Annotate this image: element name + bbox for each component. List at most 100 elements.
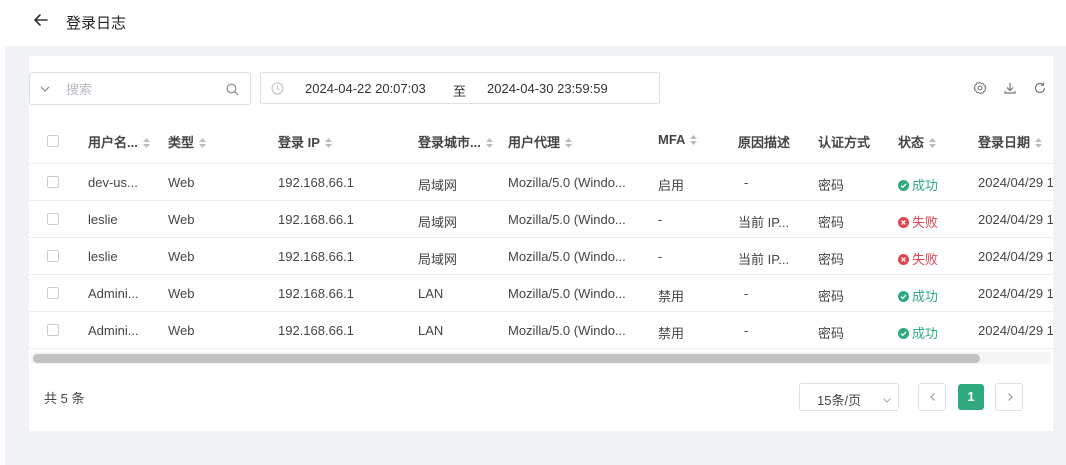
chevron-down-icon [882,393,892,403]
table-row[interactable]: leslie Web 192.168.66.1 局域网 Mozilla/5.0 … [29,201,1053,238]
column-header-reason: 原因描述 [738,135,791,150]
cell-login-date: 2024/04/29 1 [978,286,1053,301]
sort-icon[interactable] [324,137,333,149]
column-header-auth-method: 认证方式 [818,135,871,150]
cell-type: Web [168,249,195,264]
cell-user-agent: Mozilla/5.0 (Windo... [508,249,626,264]
sort-icon[interactable] [928,137,937,149]
column-header-login-date[interactable]: 登录日期 [978,132,1043,151]
cell-user-agent: Mozilla/5.0 (Windo... [508,212,626,227]
row-checkbox[interactable] [47,250,59,262]
cell-ip: 192.168.66.1 [278,286,354,301]
cell-user-agent: Mozilla/5.0 (Windo... [508,175,626,190]
check-circle-icon [898,291,909,302]
settings-icon[interactable] [973,81,987,95]
cell-auth-method: 密码 [818,289,845,304]
sort-icon[interactable] [1034,137,1043,149]
sort-icon[interactable] [142,137,151,149]
refresh-icon[interactable] [1033,81,1047,95]
cell-type: Web [168,212,195,227]
select-all-checkbox[interactable] [47,135,59,147]
row-checkbox[interactable] [47,287,59,299]
page-size-select[interactable]: 15条/页 [799,383,899,411]
cell-type: Web [168,286,195,301]
column-header-status[interactable]: 状态 [898,132,937,151]
status-badge: 成功 [898,323,938,342]
status-badge: 失败 [898,212,938,231]
top-bar: 登录日志 [0,0,1066,46]
scrollbar-thumb[interactable] [33,354,980,363]
cell-mfa: 启用 [658,178,685,193]
cell-reason: 当前 IP... [738,215,790,230]
search-icon[interactable] [226,83,239,96]
cell-username: Admini... [88,286,139,301]
check-circle-icon [898,328,909,339]
chevron-left-icon [930,393,935,401]
sort-icon[interactable] [564,137,573,149]
cell-login-date: 2024/04/29 1 [978,323,1053,338]
cell-mfa: 禁用 [658,326,685,341]
cell-city: 局域网 [418,178,458,193]
cell-type: Web [168,175,195,190]
cell-login-date: 2024/04/29 1 [978,212,1053,227]
total-count: 共 5 条 [44,391,85,406]
cell-mfa: 禁用 [658,289,685,304]
search-box[interactable] [29,72,251,105]
prev-page-button[interactable] [918,383,946,411]
status-badge: 成功 [898,175,938,194]
cell-reason: 当前 IP... [738,252,790,267]
cell-username: dev-us... [88,175,138,190]
cell-auth-method: 密码 [818,326,845,341]
download-icon[interactable] [1003,81,1017,95]
check-circle-icon [898,180,909,191]
table-row[interactable]: leslie Web 192.168.66.1 局域网 Mozilla/5.0 … [29,238,1053,275]
clock-icon [271,82,284,95]
cell-user-agent: Mozilla/5.0 (Windo... [508,286,626,301]
cell-auth-method: 密码 [818,178,845,193]
row-checkbox[interactable] [47,213,59,225]
cell-reason: - [744,175,749,190]
cell-login-date: 2024/04/29 1 [978,249,1053,264]
end-date[interactable]: 2024-04-30 23:59:59 [487,81,608,96]
table-row[interactable]: Admini... Web 192.168.66.1 LAN Mozilla/5… [29,312,1053,349]
cell-username: Admini... [88,323,139,338]
page-title: 登录日志 [66,15,127,32]
column-header-username[interactable]: 用户名... [88,132,151,151]
status-badge: 失败 [898,249,938,268]
cell-login-date: 2024/04/29 1 [978,175,1053,190]
page-1-button[interactable]: 1 [958,384,984,410]
row-checkbox[interactable] [47,324,59,336]
cell-ip: 192.168.66.1 [278,212,354,227]
cell-ip: 192.168.66.1 [278,249,354,264]
column-header-user-agent[interactable]: 用户代理 [508,132,573,151]
cell-type: Web [168,323,195,338]
back-arrow-icon[interactable] [31,10,51,30]
search-input[interactable] [66,79,216,99]
sort-icon[interactable] [198,137,207,149]
cell-username: leslie [88,212,118,227]
start-date[interactable]: 2024-04-22 20:07:03 [305,81,426,96]
cell-ip: 192.168.66.1 [278,175,354,190]
status-badge: 成功 [898,286,938,305]
chevron-down-icon[interactable] [39,83,51,95]
sort-icon[interactable] [689,134,698,146]
cell-mfa: - [658,249,663,264]
sort-icon[interactable] [485,137,494,149]
cell-auth-method: 密码 [818,215,845,230]
date-range-picker[interactable]: 2024-04-22 20:07:03 至 2024-04-30 23:59:5… [260,72,660,104]
login-log-table: 用户名... 类型 登录 IP 登录城市... 用户代理 MFA 原因描述 认证… [29,118,1053,366]
table-row[interactable]: Admini... Web 192.168.66.1 LAN Mozilla/5… [29,275,1053,312]
next-page-button[interactable] [995,383,1023,411]
column-header-type[interactable]: 类型 [168,132,207,151]
row-checkbox[interactable] [47,176,59,188]
page-size-value: 15条/页 [817,393,862,408]
column-header-city[interactable]: 登录城市... [418,132,494,151]
close-circle-icon [898,254,909,265]
table-row[interactable]: dev-us... Web 192.168.66.1 局域网 Mozilla/5… [29,164,1053,201]
cell-user-agent: Mozilla/5.0 (Windo... [508,323,626,338]
date-separator: 至 [453,84,467,99]
cell-auth-method: 密码 [818,252,845,267]
cell-reason: - [744,286,749,301]
column-header-ip[interactable]: 登录 IP [278,132,333,151]
column-header-mfa[interactable]: MFA [658,132,698,147]
